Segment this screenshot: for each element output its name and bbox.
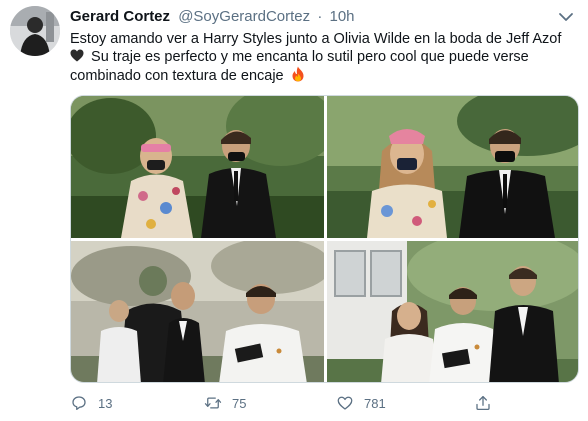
media-grid[interactable] [70, 95, 579, 383]
timestamp[interactable]: 10h [330, 8, 355, 25]
fire-emoji [292, 66, 304, 82]
photo-2[interactable] [327, 96, 578, 238]
share-button[interactable] [474, 392, 502, 414]
reply-icon [72, 396, 86, 411]
like-button[interactable]: 781 [336, 392, 386, 414]
reply-count: 13 [98, 395, 113, 411]
black-heart-emoji [70, 49, 84, 62]
action-bar: 13 75 781 [70, 392, 579, 414]
retweet-button[interactable]: 75 [204, 392, 246, 414]
avatar-photo [10, 6, 60, 56]
photo-3-image [71, 241, 324, 382]
author-handle[interactable]: @SoyGerardCortez [178, 8, 310, 25]
author-name[interactable]: Gerard Cortez [70, 8, 170, 25]
photo-2-image [327, 96, 578, 238]
photo-3[interactable] [71, 241, 324, 382]
chevron-down-icon[interactable] [558, 12, 574, 22]
like-count: 781 [364, 395, 386, 411]
avatar[interactable] [10, 6, 60, 56]
tweet[interactable]: Gerard Cortez @SoyGerardCortez · 10h Est… [0, 0, 588, 421]
tweet-text: Estoy amando ver a Harry Styles junto a … [70, 30, 575, 85]
share-icon [476, 395, 490, 411]
photo-4[interactable] [327, 241, 578, 382]
photo-1-image [71, 96, 324, 238]
retweet-icon [204, 397, 222, 409]
separator-dot: · [317, 8, 323, 25]
photo-4-image [327, 241, 578, 382]
tweet-text-part1: Estoy amando ver a Harry Styles junto a … [70, 31, 562, 47]
photo-1[interactable] [71, 96, 324, 238]
heart-icon [337, 396, 353, 410]
tweet-header: Gerard Cortez @SoyGerardCortez · 10h [70, 8, 355, 26]
retweet-count: 75 [232, 395, 247, 411]
reply-button[interactable]: 13 [70, 392, 112, 414]
